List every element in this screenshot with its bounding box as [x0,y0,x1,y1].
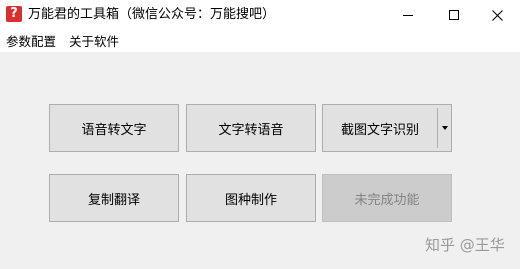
image-maker-button[interactable]: 图种制作 [186,174,316,222]
minimize-icon [403,14,413,16]
close-icon [491,9,503,21]
menu-bar: 参数配置 关于软件 [0,30,520,52]
maximize-icon [449,10,459,20]
speech-to-text-button[interactable]: 语音转文字 [49,104,179,152]
copy-translate-button[interactable]: 复制翻译 [49,174,179,222]
screenshot-ocr-dropdown[interactable] [438,105,452,151]
screenshot-ocr-split-button: 截图文字识别 [322,104,452,152]
maximize-button[interactable] [431,0,477,30]
text-to-speech-button[interactable]: 文字转语音 [186,104,316,152]
menu-item-about[interactable]: 关于软件 [69,33,119,50]
screenshot-ocr-button[interactable]: 截图文字识别 [323,105,437,151]
minimize-button[interactable] [385,0,431,30]
watermark-text: 知乎 @王华 [425,236,505,254]
dropdown-arrow-icon [442,126,448,130]
close-button[interactable] [474,0,520,30]
window-title: 万能君的工具箱（微信公众号：万能搜吧） [28,7,276,22]
menu-item-settings[interactable]: 参数配置 [6,33,56,50]
unfinished-feature-button: 未完成功能 [322,174,452,222]
app-question-icon: ? [6,6,22,22]
title-bar[interactable]: ? 万能君的工具箱（微信公众号：万能搜吧） [0,0,520,30]
